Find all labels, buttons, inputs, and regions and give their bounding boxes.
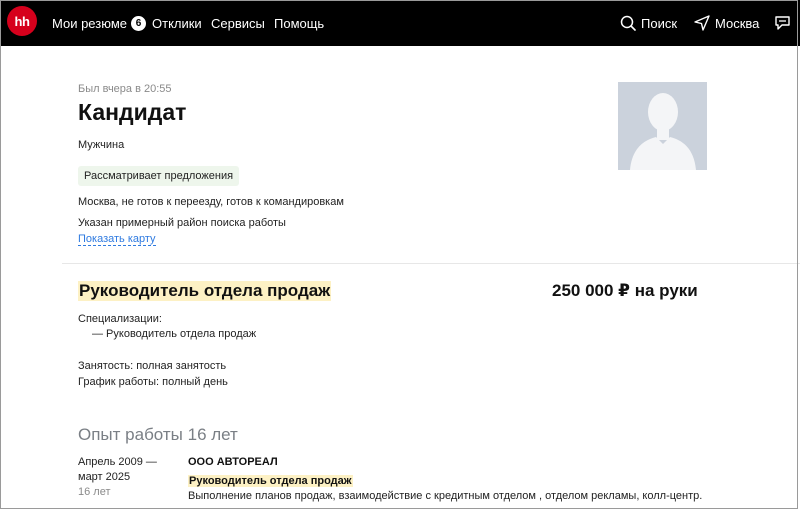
experience-duration: 16 лет	[78, 486, 111, 498]
period-end: март 2025	[78, 471, 131, 483]
search-button[interactable]: Поиск	[620, 0, 677, 46]
salary: 250 000 ₽ на руки	[552, 281, 698, 300]
avatar-placeholder-icon	[618, 82, 707, 170]
gender: Мужчина	[78, 139, 125, 151]
specializations-label: Специализации:	[78, 313, 162, 325]
chat-icon	[774, 15, 791, 31]
resumes-count-badge: 6	[131, 15, 146, 31]
search-label[interactable]: Поиск	[641, 16, 677, 31]
avatar	[618, 82, 707, 170]
chat-button[interactable]	[774, 0, 796, 46]
nav-responses[interactable]: Отклики	[152, 16, 202, 31]
desired-position-title: Руководитель отдела продаж	[78, 281, 332, 301]
employment-type: Занятость: полная занятость	[78, 360, 227, 372]
search-icon	[620, 15, 636, 31]
work-schedule: График работы: полный день	[78, 376, 228, 388]
period-start: Апрель 2009 —	[78, 456, 157, 468]
city-label[interactable]: Москва	[715, 16, 759, 31]
candidate-name: Кандидат	[78, 99, 187, 125]
section-divider	[62, 263, 800, 264]
job-role: Руководитель отдела продаж	[188, 475, 353, 487]
specialization-item: — Руководитель отдела продаж	[92, 328, 257, 340]
experience-heading: Опыт работы 16 лет	[78, 425, 238, 444]
nav-services[interactable]: Сервисы	[211, 16, 265, 31]
company-name: ООО АВТОРЕАЛ	[188, 456, 278, 468]
job-description: Выполнение планов продаж, взаимодействие…	[188, 490, 703, 502]
last-seen: Был вчера в 20:55	[78, 83, 172, 95]
nav-help[interactable]: Помощь	[274, 16, 324, 31]
city-selector[interactable]: Москва	[694, 0, 759, 46]
top-navigation-bar: hh Мои резюме 6 Отклики Сервисы Помощь П…	[0, 0, 800, 46]
location-relocation: Москва, не готов к переезду, готов к ком…	[78, 196, 344, 208]
job-search-status-badge: Рассматривает предложения	[78, 166, 240, 186]
nav-resumes-label[interactable]: Мои резюме	[52, 16, 127, 31]
hh-logo[interactable]: hh	[7, 6, 37, 36]
location-arrow-icon	[694, 15, 710, 31]
nav-resumes[interactable]: Мои резюме 6	[52, 0, 146, 46]
search-district-note: Указан примерный район поиска работы	[78, 217, 286, 229]
show-map-link[interactable]: Показать карту	[78, 233, 156, 246]
